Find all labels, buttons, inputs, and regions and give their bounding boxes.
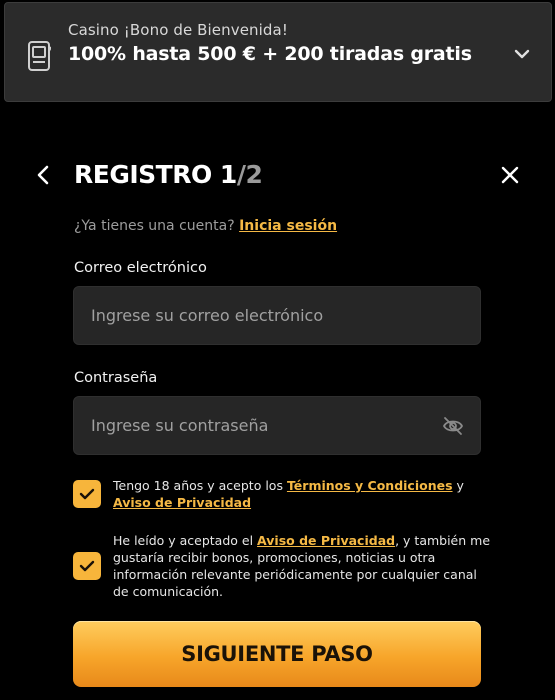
email-field[interactable] bbox=[74, 287, 480, 344]
terms-checkbox[interactable] bbox=[73, 480, 101, 508]
login-link[interactable]: Inicia sesión bbox=[239, 218, 337, 234]
email-field-wrapper bbox=[73, 286, 481, 345]
privacy-link[interactable]: Aviso de Privacidad bbox=[113, 495, 251, 510]
close-icon[interactable] bbox=[499, 164, 521, 186]
eye-off-icon[interactable] bbox=[442, 416, 464, 436]
back-arrow-icon[interactable] bbox=[34, 164, 54, 186]
marketing-checkbox[interactable] bbox=[73, 552, 101, 580]
password-field-wrapper bbox=[73, 396, 481, 455]
step-total: 2 bbox=[245, 160, 263, 189]
terms-text-before: Tengo 18 años y acepto los bbox=[113, 478, 287, 493]
login-prompt: ¿Ya tienes una cuenta? Inicia sesión bbox=[74, 216, 337, 236]
chevron-down-icon[interactable] bbox=[513, 47, 531, 61]
slot-machine-icon bbox=[28, 41, 51, 71]
marketing-consent-text: He leído y aceptado el Aviso de Privacid… bbox=[113, 532, 493, 600]
terms-link[interactable]: Términos y Condiciones bbox=[287, 478, 453, 493]
privacy-link-2[interactable]: Aviso de Privacidad bbox=[257, 533, 395, 548]
registration-page: Casino ¡Bono de Bienvenida! 100% hasta 5… bbox=[0, 0, 555, 700]
page-title: REGISTRO 1/2 bbox=[74, 160, 263, 190]
welcome-bonus-banner[interactable]: Casino ¡Bono de Bienvenida! 100% hasta 5… bbox=[4, 2, 552, 102]
password-label: Contraseña bbox=[74, 370, 158, 386]
check-icon bbox=[79, 488, 95, 500]
banner-subtitle: Casino ¡Bono de Bienvenida! bbox=[68, 21, 288, 39]
terms-text-mid: y bbox=[452, 478, 464, 493]
password-field[interactable] bbox=[74, 397, 480, 454]
banner-title: 100% hasta 500 € + 200 tiradas gratis bbox=[68, 43, 472, 65]
login-prompt-text: ¿Ya tienes una cuenta? bbox=[74, 218, 235, 234]
banner-text: Casino ¡Bono de Bienvenida! 100% hasta 5… bbox=[68, 19, 488, 66]
terms-consent-text: Tengo 18 años y acepto los Términos y Co… bbox=[113, 477, 493, 511]
step-current: REGISTRO 1 bbox=[74, 160, 237, 189]
check-icon bbox=[79, 560, 95, 572]
email-label: Correo electrónico bbox=[74, 260, 207, 276]
next-step-button[interactable]: SIGUIENTE PASO bbox=[73, 621, 481, 687]
marketing-text-before: He leído y aceptado el bbox=[113, 533, 258, 548]
